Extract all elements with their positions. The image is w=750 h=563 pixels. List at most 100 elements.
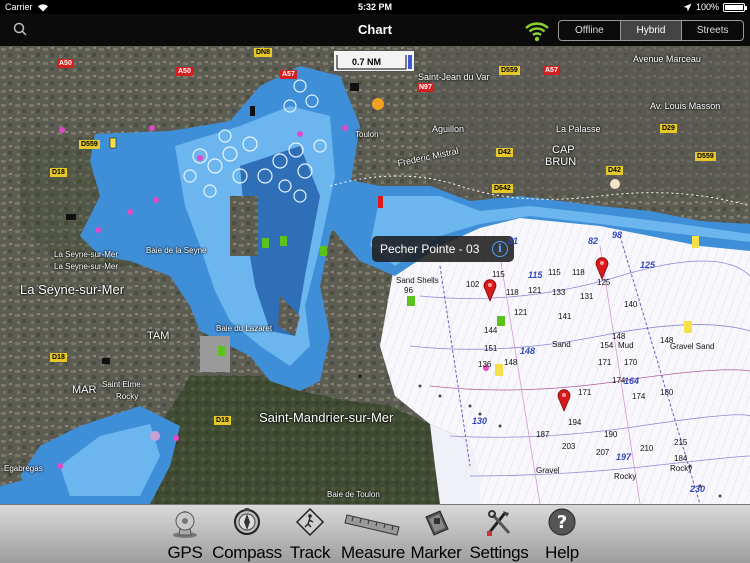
- place-mar: MAR: [72, 384, 97, 396]
- depth-label: 164: [624, 376, 640, 386]
- signal-strength-icon: [525, 22, 549, 42]
- track-icon: [295, 507, 325, 537]
- sounding: 207: [596, 448, 610, 457]
- seabed-gravel-sand: Gravel Sand: [670, 342, 715, 351]
- sounding: 131: [580, 292, 594, 301]
- sounding: 133: [552, 288, 566, 297]
- place-la-seyne-small-2: La Seyne-sur-Mer: [54, 262, 119, 271]
- gps-icon: [173, 511, 197, 538]
- seabed-gravel: Gravel: [536, 466, 560, 475]
- road-a50-2: A50: [176, 67, 193, 76]
- sounding: 125: [597, 278, 611, 287]
- marker-red-1[interactable]: [482, 278, 498, 302]
- sounding: 154: [600, 341, 614, 350]
- track-button[interactable]: Track: [288, 505, 332, 563]
- settings-icon: [487, 510, 511, 536]
- sounding: 140: [624, 300, 638, 309]
- road-d42-1: D42: [496, 148, 513, 157]
- road-d18-1: D18: [50, 168, 67, 177]
- segment-offline[interactable]: Offline: [559, 21, 621, 40]
- sounding: 170: [624, 358, 638, 367]
- map-canvas[interactable]: [0, 46, 750, 504]
- status-right: 100%: [683, 2, 747, 12]
- gps-label: GPS: [167, 543, 203, 562]
- depth-label: 81: [508, 236, 519, 246]
- sounding: 203: [562, 442, 576, 451]
- place-av-marceau: Avenue Marceau: [633, 54, 701, 64]
- place-saint-jean-du-var: Saint-Jean du Var: [418, 72, 490, 82]
- seabed-rocky: Rocky: [614, 472, 637, 481]
- depth-label: 98: [612, 230, 623, 240]
- sounding: 151: [484, 344, 498, 353]
- sounding: 115: [548, 268, 561, 277]
- sounding: 144: [484, 326, 498, 335]
- road-d559-2: D559: [695, 152, 716, 161]
- status-bar: Carrier 5:32 PM 100%: [0, 0, 750, 14]
- road-d18-3: D18: [214, 416, 231, 425]
- sounding: 118: [572, 268, 585, 277]
- svg-text:?: ?: [557, 512, 567, 533]
- bottom-toolbar: GPS Compass Track Measure Marker Setting…: [0, 504, 750, 563]
- sounding: 148: [504, 358, 518, 367]
- sounding: 171: [598, 358, 612, 367]
- info-icon[interactable]: i: [492, 241, 508, 257]
- sounding: 148: [612, 332, 626, 341]
- compass-label: Compass: [212, 543, 282, 562]
- sounding: 190: [604, 430, 618, 439]
- track-label: Track: [289, 543, 331, 562]
- place-la-palasse: La Palasse: [556, 124, 601, 134]
- place-cap-brun-cap: CAP: [552, 144, 575, 156]
- marker-icon: [425, 510, 449, 536]
- sounding: 210: [640, 444, 654, 453]
- scale-value: 0.7 NM: [352, 57, 382, 67]
- place-baie-du-lazaret: Baie du Lazaret: [216, 324, 273, 333]
- settings-label: Settings: [469, 543, 529, 562]
- road-dn8: DN8: [254, 48, 273, 57]
- compass-icon: [234, 508, 260, 535]
- popup-title: Pecher Pointe - 03: [380, 242, 480, 256]
- place-egabregas: Egabregas: [4, 464, 43, 473]
- segment-streets[interactable]: Streets: [682, 21, 743, 40]
- depth-label: 230: [690, 484, 706, 494]
- place-aguillon: Aguillon: [432, 124, 465, 134]
- seabed-sand: Sand: [552, 340, 571, 349]
- help-icon: ?: [548, 508, 576, 536]
- sounding: 180: [660, 388, 674, 397]
- location-arrow-icon: [683, 3, 692, 11]
- sounding: 136: [478, 360, 492, 369]
- place-tam: TAM: [147, 330, 170, 342]
- place-la-seyne: La Seyne-sur-Mer: [20, 282, 125, 297]
- scale-bar: 0.7 NM: [333, 50, 415, 72]
- measure-label: Measure: [340, 543, 406, 562]
- measure-button[interactable]: Measure: [340, 505, 406, 563]
- sounding: 187: [536, 430, 550, 439]
- marker-button[interactable]: Marker: [410, 505, 462, 563]
- nav-bar: Chart Offline Hybrid Streets: [0, 14, 750, 46]
- sounding: 141: [558, 312, 572, 321]
- place-cap-brun-brun: BRUN: [545, 156, 577, 168]
- chart-map[interactable]: La Seyne-sur-Mer Saint-Mandrier-sur-Mer …: [0, 46, 750, 504]
- seabed-rocky: Rocky: [670, 464, 693, 473]
- segment-hybrid[interactable]: Hybrid: [620, 21, 683, 40]
- sounding: 96: [404, 286, 413, 295]
- place-la-seyne-small-1: La Seyne-sur-Mer: [54, 250, 119, 259]
- road-d642: D642: [492, 184, 513, 193]
- road-d29: D29: [660, 124, 677, 133]
- compass-button[interactable]: Compass: [212, 505, 282, 563]
- place-saint-mandrier: Saint-Mandrier-sur-Mer: [259, 410, 394, 425]
- marker-red-3[interactable]: [556, 388, 572, 412]
- marker-red-2[interactable]: [594, 256, 610, 280]
- waypoint-popup[interactable]: Pecher Pointe - 03 i: [372, 236, 514, 262]
- status-time: 5:32 PM: [357, 2, 392, 12]
- place-rocky-west: Rocky: [116, 392, 139, 401]
- settings-button[interactable]: Settings: [466, 505, 532, 563]
- sounding: 115: [492, 270, 505, 279]
- help-button[interactable]: ? Help: [538, 505, 586, 563]
- gps-button[interactable]: GPS: [160, 505, 210, 563]
- battery-percent: 100%: [695, 2, 719, 12]
- road-d559-3: D559: [79, 140, 100, 149]
- sounding: 174: [632, 392, 646, 401]
- sounding: 215: [674, 438, 688, 447]
- seabed-sand-shells: Sand Shells: [396, 276, 439, 285]
- road-a57-1: A57: [280, 70, 297, 79]
